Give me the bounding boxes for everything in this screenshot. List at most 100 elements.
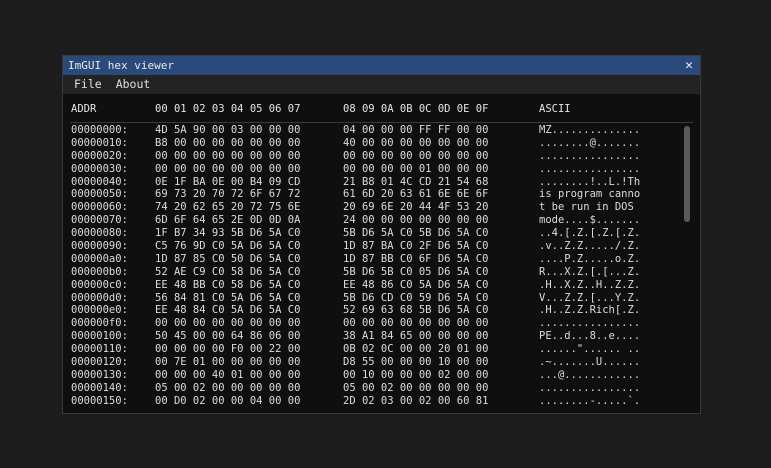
row-hex-high: EE 48 86 C0 5A D6 5A C0: [343, 278, 489, 291]
row-ascii: V...Z.Z.[...Y.Z.: [539, 291, 641, 304]
table-row[interactable]: 00000120: 00 7E 01 00 00 00 00 00 D8 55 00…: [71, 356, 681, 369]
row-address: 000000b0:: [71, 265, 128, 278]
row-ascii: .H..Z.Z.Rich[.Z.: [539, 304, 641, 317]
table-row[interactable]: 00000020: 00 00 00 00 00 00 00 00 00 00 00…: [71, 150, 681, 163]
row-hex-low: 1F B7 34 93 5B D6 5A C0: [155, 227, 301, 240]
table-row[interactable]: 00000010: B8 00 00 00 00 00 00 00 40 00 00…: [71, 137, 681, 150]
table-row[interactable]: 00000090: C5 76 9D C0 5A D6 5A C0 1D 87 BA…: [71, 240, 681, 253]
row-hex-low: 05 00 02 00 00 00 00 00: [155, 381, 301, 394]
table-row[interactable]: 000000f0: 00 00 00 00 00 00 00 00 00 00 00…: [71, 317, 681, 330]
table-row[interactable]: 00000000: 4D 5A 90 00 03 00 00 00 04 00 00…: [71, 124, 681, 137]
table-row[interactable]: 000000b0: 52 AE C9 C0 58 D6 5A C0 5B D6 5B…: [71, 266, 681, 279]
scrollbar-thumb[interactable]: [684, 126, 690, 222]
row-hex-high: 2D 02 03 00 02 00 60 81: [343, 394, 489, 407]
row-hex-high: 00 10 00 00 00 02 00 00: [343, 368, 489, 381]
table-row[interactable]: 00000060: 74 20 62 65 20 72 75 6E 20 69 6E…: [71, 201, 681, 214]
row-hex-high: 00 00 00 00 00 00 00 00: [343, 149, 489, 162]
row-address: 00000020:: [71, 149, 128, 162]
table-row[interactable]: 00000150: 00 D0 02 00 00 04 00 00 2D 02 03…: [71, 395, 681, 408]
row-address: 00000010:: [71, 136, 128, 149]
row-hex-low: 00 D0 02 00 00 04 00 00: [155, 394, 301, 407]
row-ascii: t be run in DOS: [539, 201, 641, 214]
row-hex-low: 52 AE C9 C0 58 D6 5A C0: [155, 265, 301, 278]
vertical-scrollbar[interactable]: [683, 124, 692, 408]
row-ascii: PE..d...8..e....: [539, 330, 641, 343]
row-ascii: ...@............: [539, 368, 641, 381]
table-row[interactable]: 000000c0: EE 48 BB C0 58 D6 5A C0 EE 48 86…: [71, 279, 681, 292]
close-icon[interactable]: ✕: [682, 56, 696, 75]
table-row[interactable]: 00000030: 00 00 00 00 00 00 00 00 00 00 00…: [71, 163, 681, 176]
table-row[interactable]: 00000110: 00 00 00 00 F0 00 22 00 0B 02 0C…: [71, 343, 681, 356]
row-address: 000000a0:: [71, 252, 128, 265]
row-address: 00000100:: [71, 330, 128, 343]
row-hex-high: 1D 87 BB C0 6F D6 5A C0: [343, 252, 489, 265]
row-address: 000000d0:: [71, 291, 128, 304]
menu-about[interactable]: About: [109, 75, 158, 94]
table-row[interactable]: 00000100: 50 45 00 00 64 86 06 00 38 A1 84…: [71, 330, 681, 343]
row-hex-low: 1D 87 85 C0 50 D6 5A C0: [155, 252, 301, 265]
row-address: 00000030:: [71, 162, 128, 175]
menu-file[interactable]: File: [67, 75, 109, 94]
row-hex-high: 5B D6 5B C0 05 D6 5A C0: [343, 265, 489, 278]
row-ascii: .v..Z.Z...../.Z.: [539, 240, 641, 253]
row-hex-high: 5B D6 5A C0 5B D6 5A C0: [343, 227, 489, 240]
row-address: 00000050:: [71, 188, 128, 201]
table-row[interactable]: 00000050: 69 73 20 70 72 6F 67 72 61 6D 20…: [71, 188, 681, 201]
row-hex-high: 5B D6 CD C0 59 D6 5A C0: [343, 291, 489, 304]
row-hex-low: 74 20 62 65 20 72 75 6E: [155, 201, 301, 214]
row-hex-high: 38 A1 84 65 00 00 00 00: [343, 330, 489, 343]
row-ascii: .~.......U......: [539, 356, 641, 369]
row-hex-high: 40 00 00 00 00 00 00 00: [343, 136, 489, 149]
table-row[interactable]: 00000140: 05 00 02 00 00 00 00 00 05 00 02…: [71, 382, 681, 395]
row-hex-low: 50 45 00 00 64 86 06 00: [155, 330, 301, 343]
row-hex-high: 52 69 63 68 5B D6 5A C0: [343, 304, 489, 317]
row-hex-high: D8 55 00 00 00 10 00 00: [343, 356, 489, 369]
row-hex-low: EE 48 84 C0 5A D6 5A C0: [155, 304, 301, 317]
row-hex-high: 00 00 00 00 01 00 00 00: [343, 162, 489, 175]
row-hex-low: 00 00 00 00 00 00 00 00: [155, 149, 301, 162]
row-address: 00000000:: [71, 124, 128, 136]
row-address: 00000140:: [71, 381, 128, 394]
row-hex-low: 56 84 81 C0 5A D6 5A C0: [155, 291, 301, 304]
row-ascii: ................: [539, 381, 641, 394]
row-hex-high: 05 00 02 00 00 00 00 00: [343, 381, 489, 394]
row-address: 000000f0:: [71, 317, 128, 330]
table-row[interactable]: 00000130: 00 00 00 40 01 00 00 00 00 10 00…: [71, 369, 681, 382]
header-ascii: ASCII: [539, 103, 571, 115]
row-hex-high: 24 00 00 00 00 00 00 00: [343, 214, 489, 227]
row-hex-low: C5 76 9D C0 5A D6 5A C0: [155, 240, 301, 253]
window-title: ImGUI hex viewer: [68, 59, 174, 72]
row-ascii: MZ..............: [539, 124, 641, 136]
table-row[interactable]: 000000a0: 1D 87 85 C0 50 D6 5A C0 1D 87 BB…: [71, 253, 681, 266]
row-address: 00000080:: [71, 227, 128, 240]
row-hex-low: 00 00 00 00 F0 00 22 00: [155, 343, 301, 356]
row-ascii: .H..X.Z..H..Z.Z.: [539, 278, 641, 291]
row-hex-high: 20 69 6E 20 44 4F 53 20: [343, 201, 489, 214]
row-address: 00000130:: [71, 368, 128, 381]
row-address: 000000e0:: [71, 304, 128, 317]
table-row[interactable]: 000000e0: EE 48 84 C0 5A D6 5A C0 52 69 63…: [71, 304, 681, 317]
table-row[interactable]: 00000070: 6D 6F 64 65 2E 0D 0D 0A 24 00 00…: [71, 214, 681, 227]
row-hex-low: 6D 6F 64 65 2E 0D 0D 0A: [155, 214, 301, 227]
header-hex-low: 00 01 02 03 04 05 06 07: [155, 103, 301, 115]
menu-bar: File About: [63, 75, 700, 94]
row-hex-low: 69 73 20 70 72 6F 67 72: [155, 188, 301, 201]
hex-table-body[interactable]: 00000000: 4D 5A 90 00 03 00 00 00 04 00 00…: [71, 124, 681, 408]
row-address: 00000110:: [71, 343, 128, 356]
row-hex-low: 00 00 00 40 01 00 00 00: [155, 368, 301, 381]
row-hex-high: 00 00 00 00 00 00 00 00: [343, 317, 489, 330]
header-hex-high: 08 09 0A 0B 0C 0D 0E 0F: [343, 103, 489, 115]
row-address: 000000c0:: [71, 278, 128, 291]
row-ascii: ..4.[.Z.[.Z.[.Z.: [539, 227, 641, 240]
row-address: 00000120:: [71, 356, 128, 369]
window-titlebar[interactable]: ImGUI hex viewer ✕: [63, 56, 700, 75]
row-ascii: ......"...... ..: [539, 343, 641, 356]
table-row[interactable]: 000000d0: 56 84 81 C0 5A D6 5A C0 5B D6 CD…: [71, 292, 681, 305]
row-ascii: ........@.......: [539, 136, 641, 149]
row-ascii: is program canno: [539, 188, 641, 201]
row-ascii: ................: [539, 149, 641, 162]
table-row[interactable]: 00000040: 0E 1F BA 0E 00 B4 09 CD 21 B8 01…: [71, 176, 681, 189]
header-divider: [70, 122, 693, 123]
hex-table-header: ADDR 00 01 02 03 04 05 06 07 08 09 0A 0B…: [71, 102, 681, 116]
table-row[interactable]: 00000080: 1F B7 34 93 5B D6 5A C0 5B D6 5A…: [71, 227, 681, 240]
